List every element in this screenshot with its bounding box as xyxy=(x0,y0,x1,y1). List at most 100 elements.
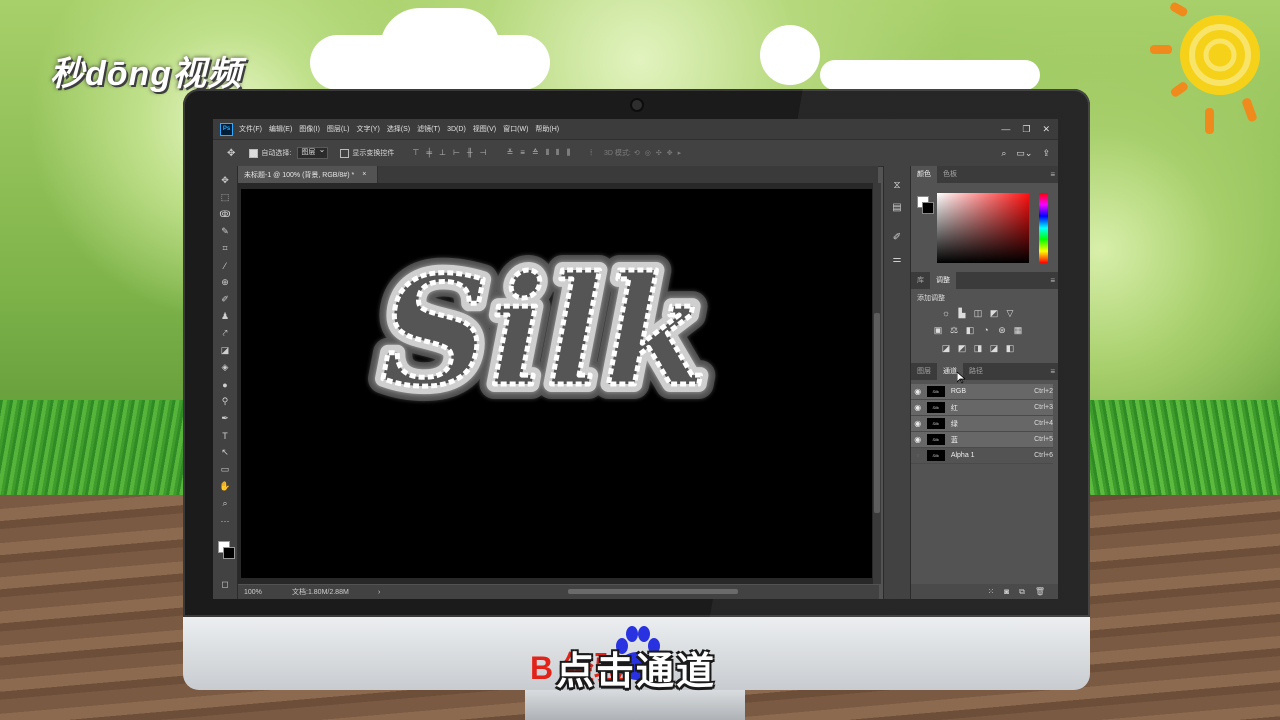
zoom-level[interactable]: 100% xyxy=(244,589,292,596)
levels-icon[interactable]: ▙ xyxy=(957,308,967,318)
auto-select-dropdown[interactable]: 图层 xyxy=(297,145,329,159)
menu-file[interactable]: 文件(F) xyxy=(239,124,262,134)
properties-icon[interactable]: ▤ xyxy=(884,196,910,218)
distribute-bottom-icon[interactable]: ≙ xyxy=(532,148,539,158)
brightness-icon[interactable]: ☼ xyxy=(941,308,951,318)
gradient-tool-icon[interactable]: ◈ xyxy=(213,359,237,376)
menu-edit[interactable]: 编辑(E) xyxy=(269,124,292,134)
align-right-icon[interactable]: ⊣ xyxy=(480,148,487,158)
photo-filter-icon[interactable]: ◔ xyxy=(981,325,991,335)
menu-filter[interactable]: 滤镜(T) xyxy=(417,124,440,134)
tab-layers[interactable]: 图层 xyxy=(911,363,937,380)
color-balance-icon[interactable]: ⚖ xyxy=(949,325,959,335)
quick-mask-icon[interactable]: ◻ xyxy=(213,576,237,593)
posterize-icon[interactable]: ◩ xyxy=(957,343,967,353)
visibility-eye-icon[interactable]: ◉ xyxy=(911,435,925,444)
channel-row-blue[interactable]: ◉ Silk 蓝 Ctrl+5 xyxy=(911,432,1053,448)
channel-row-rgb[interactable]: ◉ Silk RGB Ctrl+2 xyxy=(911,384,1053,400)
show-transform-option[interactable]: 显示变换控件 xyxy=(340,148,394,158)
minimize-icon[interactable]: — xyxy=(1001,124,1010,134)
tab-color[interactable]: 颜色 xyxy=(911,166,937,183)
load-selection-icon[interactable]: ⁙ xyxy=(988,587,995,596)
vertical-scroll-thumb[interactable] xyxy=(874,313,880,513)
pen-tool-icon[interactable]: ✒ xyxy=(213,410,237,427)
healing-tool-icon[interactable]: ⊕ xyxy=(213,274,237,291)
hand-tool-icon[interactable]: ✋ xyxy=(213,478,237,495)
visibility-eye-icon[interactable]: ◉ xyxy=(911,403,925,412)
distribute-vcenter-icon[interactable]: ≡ xyxy=(520,148,525,158)
align-left-icon[interactable]: ⊢ xyxy=(453,148,460,158)
align-top-icon[interactable]: ⊤ xyxy=(412,148,419,158)
tab-swatches[interactable]: 色板 xyxy=(937,166,963,183)
panel-menu-icon[interactable]: ≡ xyxy=(1050,170,1055,179)
channel-mixer-icon[interactable]: ⊛ xyxy=(997,325,1007,335)
color-lookup-icon[interactable]: ▦ xyxy=(1013,325,1023,335)
stamp-tool-icon[interactable]: ♟ xyxy=(213,308,237,325)
color-swatches[interactable] xyxy=(218,541,235,559)
brush-tool-icon[interactable]: ✐ xyxy=(213,291,237,308)
exposure-icon[interactable]: ◩ xyxy=(989,308,999,318)
align-vcenter-icon[interactable]: ╪ xyxy=(426,148,432,158)
more-tools-icon[interactable]: ··· xyxy=(213,512,237,529)
close-tab-icon[interactable]: × xyxy=(362,171,366,178)
selective-color-icon[interactable]: ◧ xyxy=(1005,343,1015,353)
history-icon[interactable]: ⧖ xyxy=(884,174,910,196)
eraser-tool-icon[interactable]: ◪ xyxy=(213,342,237,359)
new-channel-icon[interactable]: ⧉ xyxy=(1019,587,1025,597)
move-tool-preset[interactable]: ✥ xyxy=(227,148,235,159)
auto-select-checkbox[interactable] xyxy=(249,148,259,158)
distribute-right-icon[interactable]: ⫼ xyxy=(567,148,571,158)
channel-row-red[interactable]: ◉ Silk 红 Ctrl+3 xyxy=(911,400,1053,416)
visibility-eye-icon[interactable]: ◉ xyxy=(911,387,925,396)
blur-tool-icon[interactable]: ● xyxy=(213,376,237,393)
close-icon[interactable]: ✕ xyxy=(1042,124,1050,135)
panel-menu-icon[interactable]: ≡ xyxy=(1050,276,1055,285)
tab-libraries[interactable]: 库 xyxy=(911,272,930,289)
threshold-icon[interactable]: ◨ xyxy=(973,343,983,353)
curves-icon[interactable]: ◫ xyxy=(973,308,983,318)
document-tab[interactable]: 未标题-1 @ 100% (背景, RGB/8#) * × xyxy=(238,166,378,183)
menu-layer[interactable]: 图层(L) xyxy=(327,124,350,134)
black-white-icon[interactable]: ◧ xyxy=(965,325,975,335)
move-tool-icon[interactable]: ✥ xyxy=(213,172,237,189)
menu-image[interactable]: 图像(I) xyxy=(299,124,320,134)
share-icon[interactable]: ⇪ xyxy=(1042,148,1050,159)
tab-paths[interactable]: 路径 xyxy=(963,363,989,380)
panel-menu-icon[interactable]: ≡ xyxy=(1050,367,1055,376)
auto-select-option[interactable]: 自动选择: xyxy=(249,148,291,158)
dodge-tool-icon[interactable]: ⚲ xyxy=(213,393,237,410)
distribute-hcenter-icon[interactable]: ⦀ xyxy=(556,148,560,158)
distribute-left-icon[interactable]: ⫴ xyxy=(546,148,549,158)
invert-icon[interactable]: ◪ xyxy=(941,343,951,353)
visibility-eye-icon[interactable]: ◉ xyxy=(911,419,925,428)
menu-help[interactable]: 帮助(H) xyxy=(535,124,559,134)
vibrance-icon[interactable]: ▽ xyxy=(1005,308,1015,318)
visibility-empty-icon[interactable]: ▫ xyxy=(911,451,925,460)
menu-view[interactable]: 视图(V) xyxy=(473,124,496,134)
save-selection-icon[interactable]: ◙ xyxy=(1004,587,1009,596)
hue-saturation-icon[interactable]: ▣ xyxy=(933,325,943,335)
zoom-tool-icon[interactable]: ⌕ xyxy=(213,495,237,512)
menu-window[interactable]: 窗口(W) xyxy=(503,124,528,134)
channel-row-green[interactable]: ◉ Silk 绿 Ctrl+4 xyxy=(911,416,1053,432)
show-transform-checkbox[interactable] xyxy=(340,148,350,158)
menu-type[interactable]: 文字(Y) xyxy=(356,124,379,134)
tab-adjustments[interactable]: 调整 xyxy=(930,272,956,289)
align-hcenter-icon[interactable]: ╫ xyxy=(467,148,473,158)
panel-background-swatch[interactable] xyxy=(922,202,934,214)
workspace-icon[interactable]: ▭⌄ xyxy=(1016,148,1032,159)
horizontal-scroll-thumb[interactable] xyxy=(568,589,738,594)
3d-tools-icon[interactable]: ⟲◎✣✥▸ xyxy=(634,149,686,157)
status-menu-arrow[interactable]: › xyxy=(378,589,380,596)
crop-tool-icon[interactable]: ⌗ xyxy=(213,240,237,257)
type-tool-icon[interactable]: T xyxy=(213,427,237,444)
distribute-top-icon[interactable]: ≚ xyxy=(507,148,514,158)
brush-panel-icon[interactable]: ✐ xyxy=(884,226,910,248)
vertical-scrollbar[interactable] xyxy=(873,183,881,584)
brush-settings-icon[interactable]: ⚌ xyxy=(884,248,910,270)
marquee-tool-icon[interactable]: ⬚ xyxy=(213,189,237,206)
background-color-swatch[interactable] xyxy=(223,547,235,559)
lasso-tool-icon[interactable]: ↂ xyxy=(213,206,237,223)
menu-3d[interactable]: 3D(D) xyxy=(447,126,466,133)
restore-icon[interactable]: ❐ xyxy=(1022,124,1030,135)
